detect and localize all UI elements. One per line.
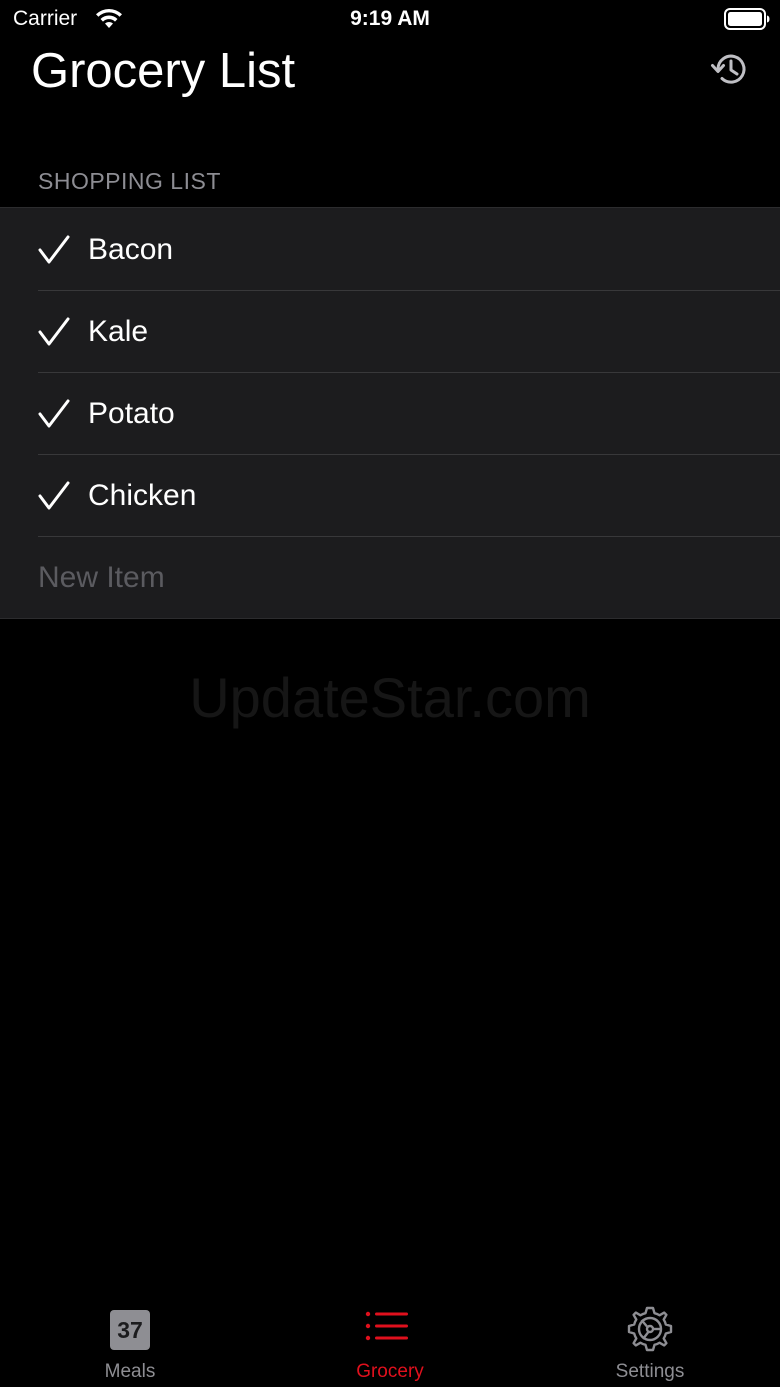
tab-label-grocery: Grocery bbox=[356, 1361, 424, 1382]
checkmark-icon bbox=[38, 317, 70, 347]
tab-meals[interactable]: 37 Meals bbox=[0, 1290, 260, 1387]
list-item[interactable]: Potato bbox=[0, 372, 780, 454]
list-item[interactable]: Bacon bbox=[0, 208, 780, 290]
checkmark-icon bbox=[38, 399, 70, 429]
tab-settings[interactable]: Settings bbox=[520, 1290, 780, 1387]
meals-badge: 37 bbox=[117, 1316, 143, 1343]
list-item-label: Kale bbox=[88, 315, 149, 348]
list-item-label: Bacon bbox=[88, 233, 174, 266]
status-time: 9:19 AM bbox=[350, 7, 430, 30]
calendar-icon: 37 bbox=[110, 1310, 150, 1350]
tab-label-meals: Meals bbox=[104, 1361, 156, 1382]
page-title: Grocery List bbox=[31, 44, 296, 98]
tab-grocery[interactable]: Grocery bbox=[260, 1290, 520, 1387]
gear-icon bbox=[627, 1304, 673, 1352]
new-item-input[interactable] bbox=[38, 555, 738, 601]
checkmark-icon bbox=[38, 481, 70, 511]
battery-full-icon bbox=[724, 8, 770, 30]
tab-label-settings: Settings bbox=[615, 1361, 685, 1382]
list-item[interactable]: Chicken bbox=[0, 454, 780, 536]
tab-bar: 37 Meals Grocery Settings bbox=[0, 1290, 780, 1387]
list-item-label: Potato bbox=[88, 397, 175, 430]
history-icon bbox=[709, 51, 749, 92]
checkmark-icon bbox=[38, 235, 70, 265]
history-button[interactable] bbox=[706, 49, 752, 93]
watermark: UpdateStar.com bbox=[189, 666, 591, 729]
list-icon bbox=[365, 1304, 410, 1344]
shopping-list: Bacon Kale Potato Chicken bbox=[0, 207, 780, 619]
status-bar: Carrier 9:19 AM bbox=[0, 0, 780, 40]
list-item-label: Chicken bbox=[88, 479, 197, 512]
new-item-row bbox=[0, 536, 780, 618]
list-item[interactable]: Kale bbox=[0, 290, 780, 372]
section-header-shopping-list: SHOPPING LIST bbox=[38, 168, 221, 194]
